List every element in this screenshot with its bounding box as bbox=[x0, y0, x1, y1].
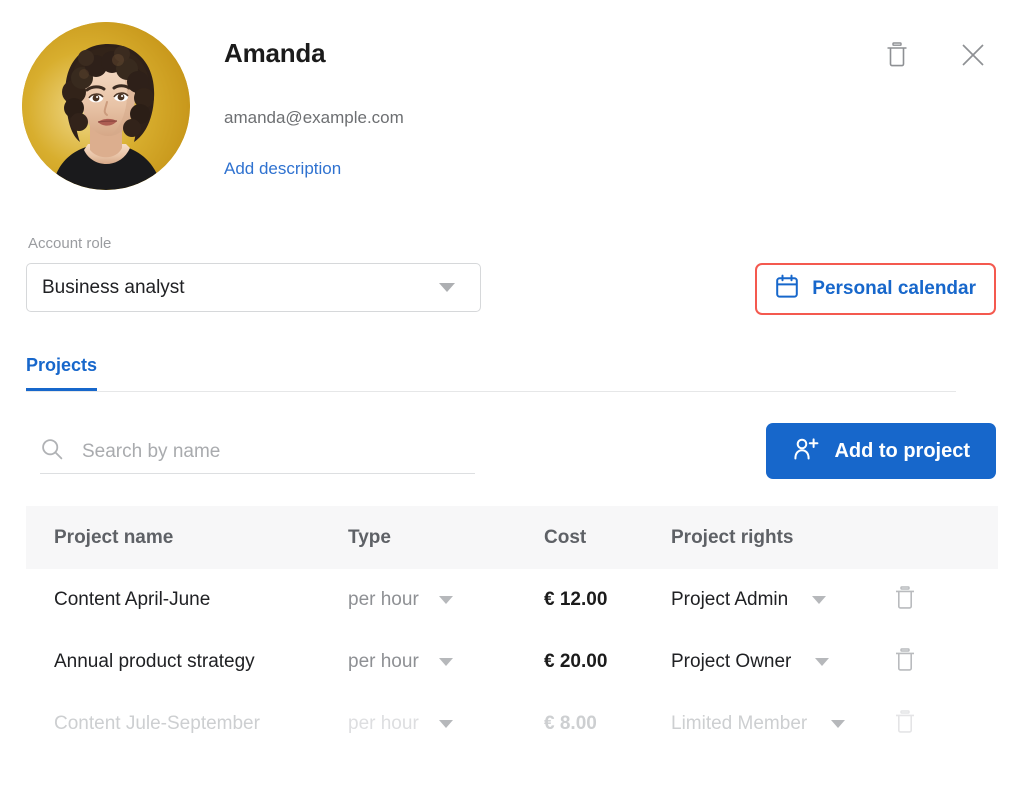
account-role-block: Account role Business analyst bbox=[26, 234, 481, 312]
rights-dropdown-icon[interactable] bbox=[815, 658, 830, 666]
rights-dropdown-icon bbox=[831, 720, 846, 728]
cell-project-rights: Project Admin bbox=[671, 589, 789, 610]
row-delete-button bbox=[894, 709, 916, 740]
personal-calendar-label: Personal calendar bbox=[812, 278, 976, 299]
cell-type: per hour bbox=[348, 651, 419, 672]
type-dropdown-icon[interactable] bbox=[438, 658, 453, 666]
close-icon bbox=[960, 42, 986, 73]
cell-type: per hour bbox=[348, 589, 419, 610]
cell-project-rights: Project Owner bbox=[671, 651, 792, 672]
close-button[interactable] bbox=[956, 40, 990, 74]
cell-project-name: Content Jule-September bbox=[54, 713, 260, 734]
column-header-cost: Cost bbox=[544, 526, 587, 548]
cell-project-name: Content April-June bbox=[54, 589, 211, 610]
search-field[interactable] bbox=[40, 430, 475, 474]
delete-profile-button[interactable] bbox=[880, 40, 914, 74]
person-add-icon bbox=[792, 436, 820, 467]
table-row: Annual product strategy per hour € 20.00… bbox=[26, 631, 998, 693]
tab-projects[interactable]: Projects bbox=[26, 355, 98, 391]
trash-icon bbox=[885, 41, 909, 74]
calendar-icon bbox=[775, 274, 799, 304]
row-delete-button[interactable] bbox=[894, 647, 916, 678]
cell-project-rights: Limited Member bbox=[671, 713, 808, 734]
profile-header: Amanda amanda@example.com Add descriptio… bbox=[0, 0, 1024, 210]
personal-calendar-button[interactable]: Personal calendar bbox=[755, 263, 996, 315]
row-delete-button[interactable] bbox=[894, 585, 916, 616]
table-row: Content Jule-September per hour € 8.00 L… bbox=[26, 693, 998, 755]
cell-type: per hour bbox=[348, 713, 419, 734]
account-role-value: Business analyst bbox=[42, 276, 185, 298]
search-icon bbox=[40, 437, 64, 466]
cell-cost: € 8.00 bbox=[544, 713, 597, 734]
projects-table: Project name Type Cost Project rights Co… bbox=[26, 506, 998, 755]
identity-block: Amanda amanda@example.com Add descriptio… bbox=[224, 36, 404, 181]
cell-project-name: Annual product strategy bbox=[54, 651, 255, 672]
type-dropdown-icon bbox=[438, 720, 453, 728]
tab-bar: Projects bbox=[26, 355, 956, 392]
add-to-project-button[interactable]: Add to project bbox=[766, 423, 996, 479]
rights-dropdown-icon[interactable] bbox=[812, 596, 827, 604]
column-header-project-name: Project name bbox=[54, 526, 174, 548]
account-role-label: Account role bbox=[28, 235, 112, 252]
chevron-down-icon bbox=[439, 283, 455, 292]
add-description-link[interactable]: Add description bbox=[224, 130, 404, 181]
cell-cost: € 20.00 bbox=[544, 651, 608, 672]
profile-email: amanda@example.com bbox=[224, 108, 404, 127]
table-row: Content April-June per hour € 12.00 Proj… bbox=[26, 569, 998, 631]
account-role-select[interactable]: Business analyst bbox=[26, 263, 481, 312]
column-header-project-rights: Project rights bbox=[671, 526, 794, 548]
type-dropdown-icon[interactable] bbox=[438, 596, 453, 604]
column-header-type: Type bbox=[348, 526, 391, 548]
avatar bbox=[22, 22, 190, 190]
cell-cost: € 12.00 bbox=[544, 589, 608, 610]
page-title: Amanda bbox=[224, 38, 326, 68]
add-to-project-label: Add to project bbox=[834, 439, 970, 462]
header-actions bbox=[880, 40, 990, 74]
search-input[interactable] bbox=[80, 439, 440, 464]
table-header-row: Project name Type Cost Project rights bbox=[26, 506, 998, 569]
